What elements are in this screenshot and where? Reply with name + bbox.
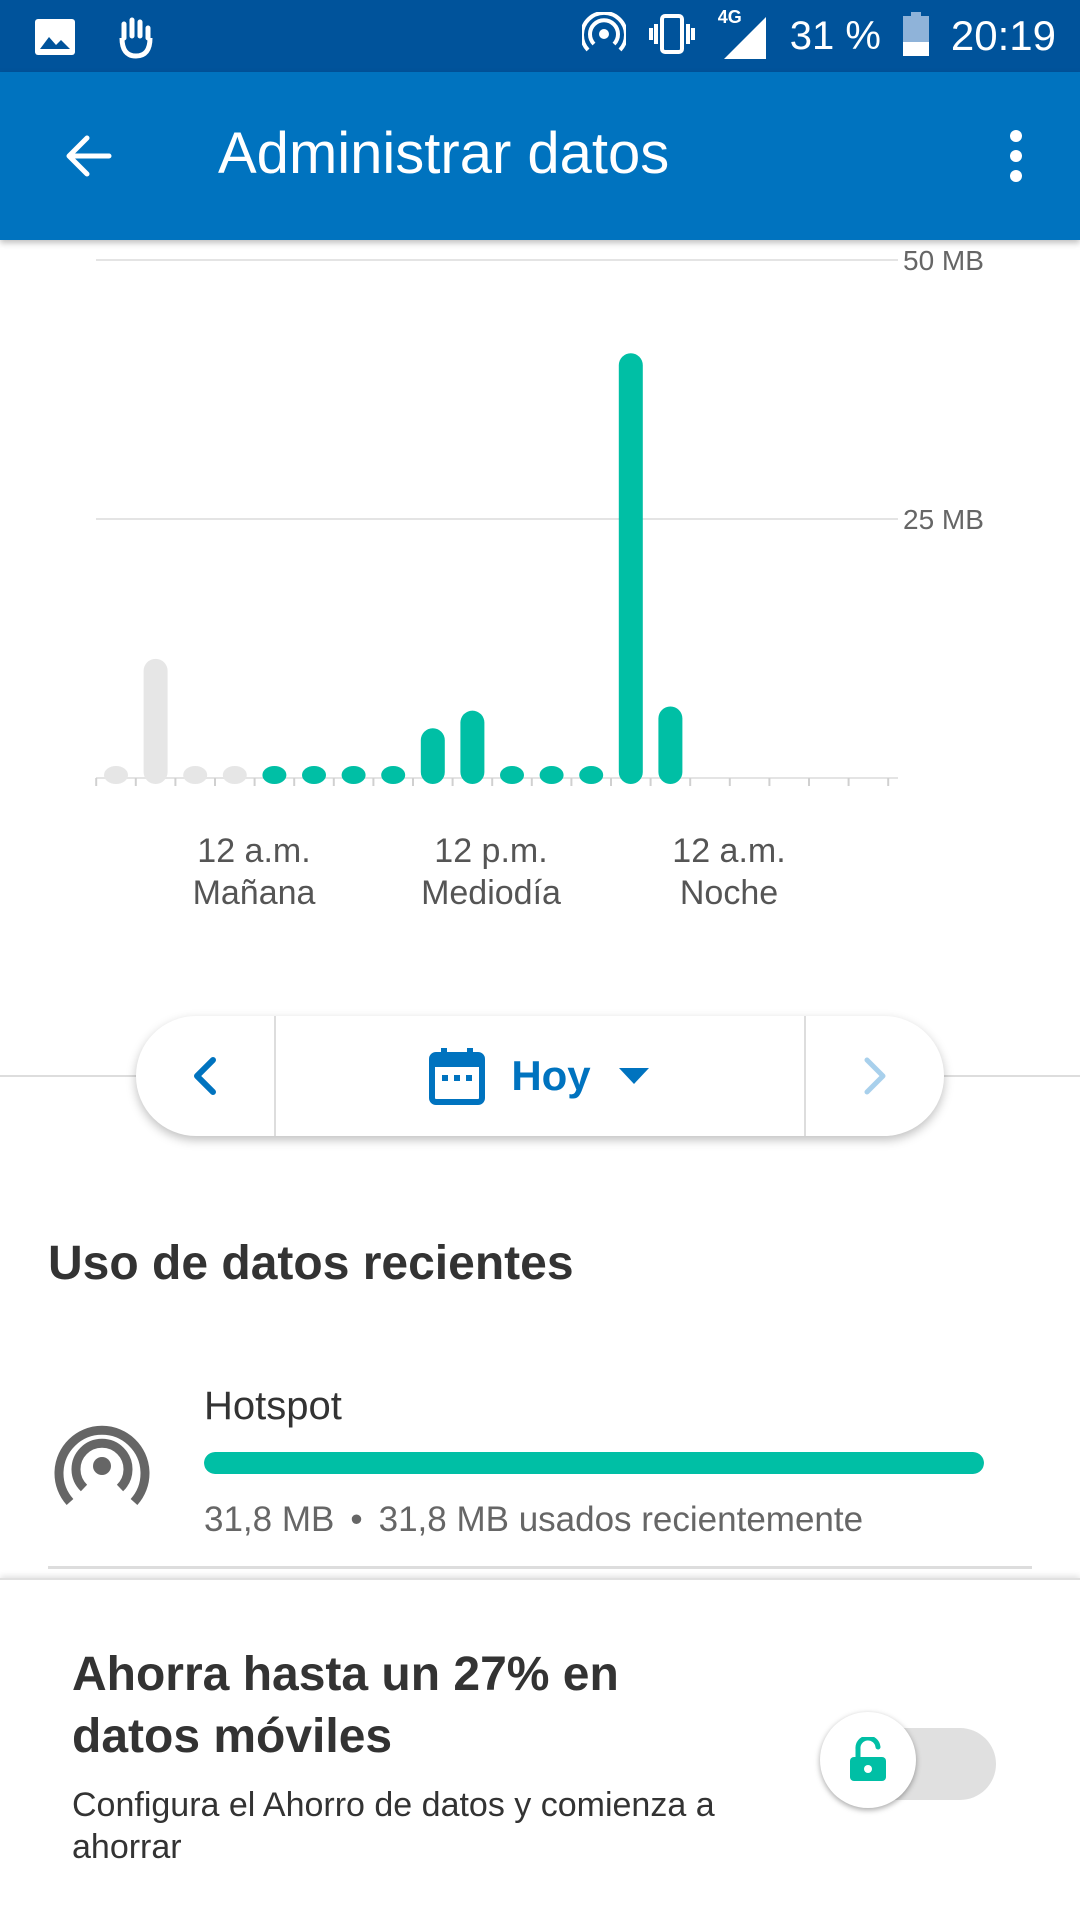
more-options-button[interactable] <box>976 112 1056 200</box>
row-divider <box>48 1566 1032 1569</box>
arrow-back-icon <box>66 135 112 177</box>
chart-bar <box>539 766 564 784</box>
usage-bar-fill <box>204 1452 984 1474</box>
x-tick-label: 12 a.m. Noche <box>629 830 829 914</box>
x-tick-time: 12 a.m. <box>672 832 786 870</box>
x-tick-period: Noche <box>679 874 779 912</box>
chart-bar <box>222 766 247 784</box>
battery-icon <box>902 11 929 61</box>
image-icon <box>34 16 76 63</box>
date-selector: Hoy <box>136 1016 944 1136</box>
period-label: Hoy <box>511 1052 591 1099</box>
y-tick-label: 25 MB <box>903 504 984 535</box>
chart-bar <box>460 710 485 784</box>
chart-bar <box>302 766 326 784</box>
chart-bar <box>381 766 406 784</box>
chart-bar <box>579 766 604 784</box>
hotspot-icon <box>54 1425 150 1505</box>
next-period-button[interactable] <box>804 1016 944 1136</box>
previous-period-button[interactable] <box>136 1016 276 1136</box>
vibrate-icon <box>648 12 696 61</box>
chart-bar <box>420 728 445 784</box>
x-tick-period: Mediodía <box>421 874 561 912</box>
separator-dot: • <box>350 1500 363 1539</box>
signal-icon: 4G <box>718 7 768 61</box>
x-tick-period: Mañana <box>192 874 316 912</box>
chart-bar <box>262 766 287 784</box>
y-tick-label: 50 MB <box>903 245 984 276</box>
data-saver-toggle[interactable] <box>820 1712 1000 1808</box>
section-title: Uso de datos recientes <box>48 1237 574 1290</box>
calendar-icon <box>429 1048 486 1105</box>
x-tick-label: 12 p.m. Mediodía <box>391 830 591 914</box>
period-dropdown[interactable]: Hoy <box>276 1016 804 1136</box>
usage-bar <box>204 1452 984 1474</box>
chart-bar <box>183 766 208 784</box>
usage-amount: 31,8 MB <box>204 1500 335 1539</box>
chart-bar <box>341 766 366 784</box>
back-button[interactable] <box>48 116 128 196</box>
saver-title: Ahorra hasta un 27% en datos móviles <box>72 1648 619 1763</box>
battery-percent: 31 % <box>789 13 881 58</box>
status-bar: 4G 31 % 20:19 <box>0 0 1080 72</box>
x-tick-time: 12 a.m. <box>197 832 311 870</box>
dropdown-arrow-icon <box>618 1068 649 1084</box>
chart-bar <box>500 766 524 784</box>
x-tick-label: 12 a.m. Mañana <box>154 830 354 914</box>
data-saver-card: Ahorra hasta un 27% en datos móviles Con… <box>0 1578 1080 1922</box>
lock-open-icon <box>850 1737 886 1781</box>
usage-description: 31,8 MB usados recientemente <box>378 1500 864 1539</box>
app-bar: Administrar datos <box>0 72 1080 240</box>
chart-bar <box>618 353 643 784</box>
more-vert-icon <box>1010 130 1022 182</box>
chart-bar <box>143 658 168 784</box>
usage-detail: 31,8 MB • 31,8 MB usados recientemente <box>204 1500 863 1540</box>
usage-item-name: Hotspot <box>204 1384 342 1428</box>
page-title: Administrar datos <box>218 121 670 186</box>
chevron-right-icon <box>864 1057 886 1095</box>
chart-bar <box>104 766 128 784</box>
toggle-knob <box>820 1712 916 1808</box>
hotspot-icon <box>579 10 628 61</box>
clock: 20:19 <box>950 12 1056 59</box>
chevron-left-icon <box>194 1057 216 1095</box>
data-usage-chart: 50 MB 25 MB 12 a.m. Mañana 12 p.m. Mediod… <box>0 240 1080 940</box>
saver-subtitle: Configura el Ahorro de datos y comienza … <box>72 1786 715 1866</box>
x-tick-time: 12 p.m. <box>434 832 548 870</box>
chart-bar <box>658 706 683 784</box>
hand-icon <box>116 14 156 65</box>
usage-item-hotspot[interactable]: Hotspot 31,8 MB • 31,8 MB usados recientem… <box>0 1370 1080 1540</box>
